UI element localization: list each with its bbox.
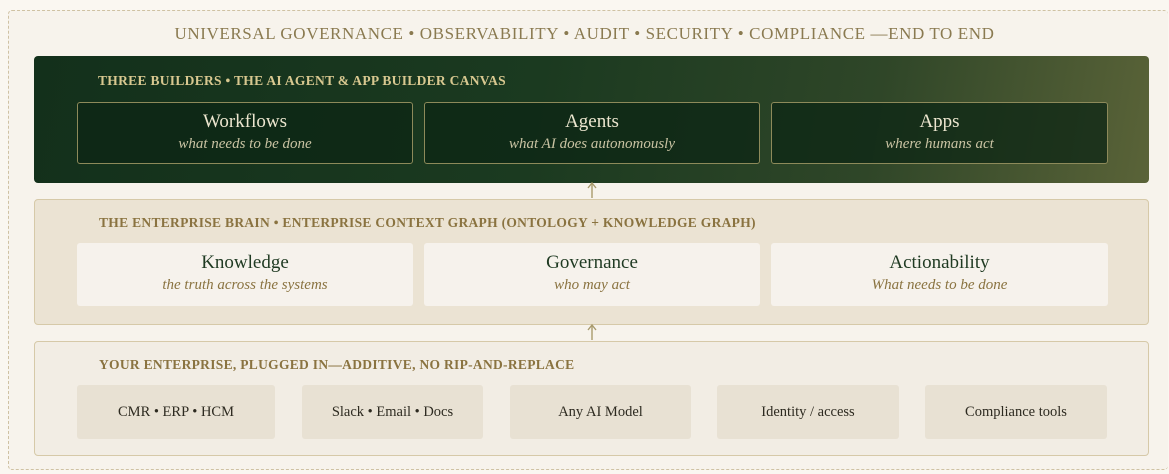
builders-title: THREE BUILDERS • THE AI AGENT & APP BUIL… [98, 73, 506, 88]
chip-slack-email-docs[interactable]: Slack • Email • Docs [302, 385, 483, 439]
brain-card-knowledge[interactable]: Knowledge the truth across the systems [77, 243, 413, 306]
brain-title: THE ENTERPRISE BRAIN • ENTERPRISE CONTEX… [99, 215, 756, 230]
brain-card-actionability[interactable]: Actionability What needs to be done [771, 243, 1108, 306]
builder-card-workflows[interactable]: Workflows what needs to be done [77, 102, 413, 164]
brain-card-governance[interactable]: Governance who may act [424, 243, 760, 306]
chip-any-ai-model[interactable]: Any AI Model [510, 385, 691, 439]
arrow-up-icon [587, 323, 597, 340]
brain-card-desc: who may act [554, 277, 630, 293]
builder-card-apps[interactable]: Apps where humans act [771, 102, 1108, 164]
builder-card-name: Apps [919, 111, 960, 132]
brain-card-name: Knowledge [201, 252, 289, 273]
builder-card-name: Workflows [203, 111, 287, 132]
arrow-up-icon [587, 181, 597, 198]
builder-card-desc: what needs to be done [178, 136, 312, 152]
builder-card-name: Agents [565, 111, 619, 132]
chip-cmr-erp-hcm[interactable]: CMR • ERP • HCM [77, 385, 275, 439]
your-enterprise-layer: YOUR ENTERPRISE, PLUGGED IN—ADDITIVE, NO… [34, 341, 1149, 456]
enterprise-brain-layer: THE ENTERPRISE BRAIN • ENTERPRISE CONTEX… [34, 199, 1149, 325]
chip-compliance-tools[interactable]: Compliance tools [925, 385, 1107, 439]
brain-card-name: Governance [546, 252, 638, 273]
builders-layer: THREE BUILDERS • THE AI AGENT & APP BUIL… [34, 56, 1149, 183]
builder-card-agents[interactable]: Agents what AI does autonomously [424, 102, 760, 164]
governance-banner: UNIVERSAL GOVERNANCE • OBSERVABILITY • A… [174, 24, 995, 43]
builder-card-desc: where humans act [885, 136, 994, 152]
chip-identity-access[interactable]: Identity / access [717, 385, 899, 439]
builder-card-desc: what AI does autonomously [509, 136, 675, 152]
brain-card-desc: What needs to be done [871, 277, 1008, 293]
brain-card-name: Actionability [889, 252, 990, 273]
enterprise-title: YOUR ENTERPRISE, PLUGGED IN—ADDITIVE, NO… [99, 357, 575, 372]
brain-card-desc: the truth across the systems [162, 277, 328, 293]
